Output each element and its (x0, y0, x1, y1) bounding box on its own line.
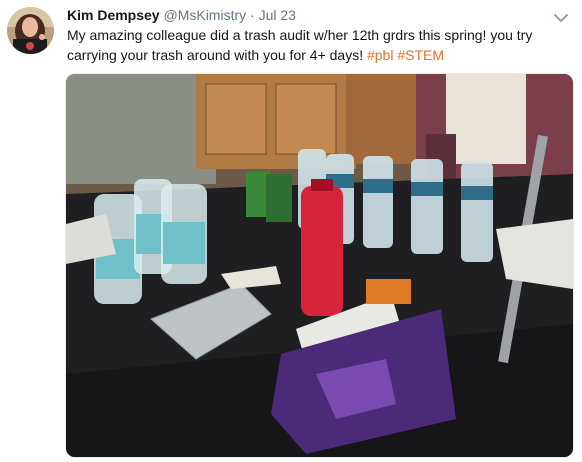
author-avatar[interactable] (7, 7, 54, 54)
tweet-body: My amazing colleague did a trash audit w… (67, 27, 533, 63)
tweet-photo[interactable] (65, 73, 574, 458)
hashtag-pbl[interactable]: #pbl (367, 47, 393, 63)
separator-dot: · (250, 7, 255, 23)
chevron-down-icon (554, 14, 568, 22)
trash-audit-photo-icon (66, 74, 573, 457)
tweet-menu-button[interactable] (554, 10, 568, 22)
author-handle[interactable]: @MsKimistry (163, 7, 246, 23)
tweet-header: Kim Dempsey @MsKimistry · Jul 23 (67, 6, 546, 24)
avatar-photo-icon (7, 7, 54, 54)
tweet-text: My amazing colleague did a trash audit w… (67, 25, 567, 65)
tweet-date[interactable]: Jul 23 (259, 7, 296, 23)
author-name[interactable]: Kim Dempsey (67, 7, 160, 23)
tweet-card: Kim Dempsey @MsKimistry · Jul 23 My amaz… (0, 0, 582, 462)
hashtag-stem[interactable]: #STEM (397, 47, 444, 63)
